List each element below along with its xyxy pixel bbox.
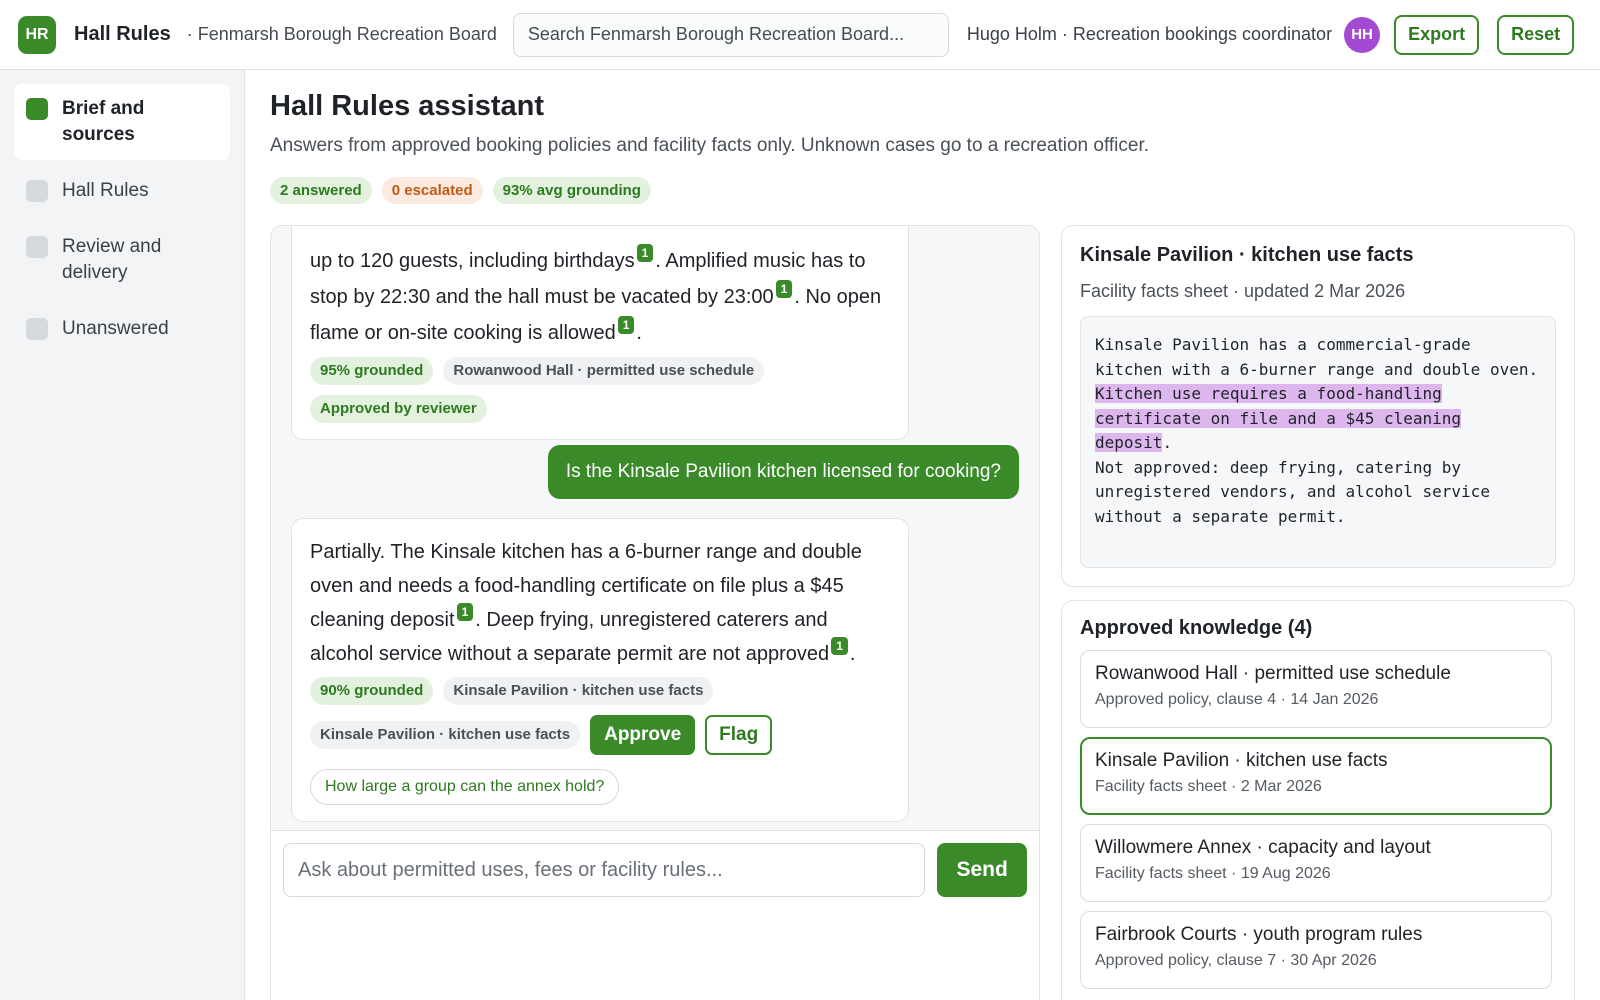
source-text-line: Not approved: deep frying, catering by u… (1095, 457, 1490, 526)
knowledge-item-meta: Facility facts sheet · 2 Mar 2026 (1095, 778, 1322, 795)
knowledge-item[interactable]: Willowmere Annex · capacity and layout F… (1080, 824, 1552, 902)
knowledge-item-meta: Approved policy, clause 7 · 30 Apr 2026 (1095, 952, 1377, 969)
message-segment: . (849, 643, 856, 665)
knowledge-item-meta: Facility facts sheet · 19 Aug 2026 (1095, 865, 1331, 882)
top-bar: HR Hall Rules · Fenmarsh Borough Recreat… (0, 0, 1600, 70)
sidebar-item-label: Unanswered (62, 318, 169, 339)
app-title: Hall Rules (74, 23, 171, 45)
knowledge-item-name: Rowanwood Hall · permitted use schedule (1095, 663, 1451, 684)
citation-marker[interactable]: 1 (831, 637, 848, 655)
knowledge-title: Approved knowledge (4) (1080, 617, 1313, 639)
chat-panel: up to 120 guests, including birthdays 1. … (270, 225, 1040, 1000)
knowledge-item-name: Kinsale Pavilion · kitchen use facts (1095, 750, 1388, 771)
message-text: up to 120 guests, including birthdays 1. … (310, 227, 890, 351)
source-chip[interactable]: Rowanwood Hall · permitted use schedule (443, 357, 765, 385)
citation-marker[interactable]: 1 (456, 603, 474, 621)
source-chip[interactable]: Kinsale Pavilion · kitchen use facts (443, 677, 714, 705)
message-status-row: Approved by reviewer (310, 395, 890, 423)
step-status-icon (26, 318, 48, 340)
sidebar-item-brief-and-sources[interactable]: Brief and sources (14, 84, 230, 160)
user-message: Is the Kinsale Pavilion kitchen licensed… (547, 445, 1019, 499)
sidebar-item-label: Hall Rules (62, 180, 149, 201)
user-label: Hugo Holm · Recreation bookings coordina… (966, 24, 1333, 44)
approve-button[interactable]: Approve (590, 715, 696, 755)
stats-badges: 2 answered 0 escalated 93% avg grounding (270, 177, 1570, 204)
chat-transcript[interactable]: up to 120 guests, including birthdays 1. … (271, 226, 1039, 830)
approved-knowledge-panel: Approved knowledge (4) Rowanwood Hall · … (1061, 600, 1575, 1000)
citation-marker[interactable]: 1 (636, 244, 654, 262)
export-button[interactable]: Export (1394, 14, 1480, 55)
flag-button[interactable]: Flag (705, 715, 773, 755)
sidebar-item-review-and-delivery[interactable]: Review and delivery (14, 222, 230, 298)
sidebar-item-label: Review and delivery (62, 236, 162, 283)
app-logo: HR (18, 15, 56, 54)
page-subtitle: Answers from approved booking policies a… (270, 135, 1150, 156)
source-meta: Facility facts sheet · updated 2 Mar 202… (1080, 281, 1406, 301)
sidebar-item-unanswered[interactable]: Unanswered (14, 304, 230, 354)
main-header: Hall Rules assistant Answers from approv… (270, 90, 1570, 204)
message-segment: . (636, 322, 642, 344)
message-segment: up to 120 guests, including birthdays (310, 250, 635, 272)
message-meta: 95% grounded Rowanwood Hall · permitted … (310, 357, 890, 385)
source-chip[interactable]: Kinsale Pavilion · kitchen use facts (310, 721, 581, 749)
sidebar-item-label: Brief and sources (62, 98, 145, 145)
citation-marker[interactable]: 1 (775, 280, 793, 298)
step-status-icon (26, 236, 48, 258)
knowledge-item-meta: Approved policy, clause 4 · 14 Jan 2026 (1095, 691, 1379, 708)
step-status-icon (26, 98, 48, 120)
knowledge-item[interactable]: Rowanwood Hall · permitted use schedule … (1080, 650, 1552, 728)
source-text-line: Kinsale Pavilion has a commercial-grade … (1095, 335, 1539, 379)
grounded-chip: 90% grounded (310, 677, 434, 705)
send-button[interactable]: Send (937, 843, 1027, 897)
message-actions: Kinsale Pavilion · kitchen use facts App… (310, 715, 890, 755)
sidebar-item-hall-rules[interactable]: Hall Rules (14, 166, 230, 216)
knowledge-item-selected[interactable]: Kinsale Pavilion · kitchen use facts Fac… (1080, 737, 1552, 815)
sidebar: Brief and sources Hall Rules Review and … (0, 70, 245, 1000)
avatar[interactable]: HH (1344, 16, 1381, 53)
step-status-icon (26, 180, 48, 202)
escalated-badge: 0 escalated (381, 177, 483, 204)
source-viewer: Kinsale Pavilion · kitchen use facts Fac… (1061, 225, 1575, 587)
source-text-line: Kitchen use requires a food-handling cer… (1095, 382, 1541, 456)
composer: Send (271, 830, 1039, 1000)
source-text-segment: . (1162, 433, 1173, 452)
assistant-message: Partially. The Kinsale kitchen has a 6-b… (291, 518, 909, 822)
answered-badge: 2 answered (270, 177, 372, 204)
knowledge-item-name: Fairbrook Courts · youth program rules (1095, 924, 1423, 945)
message-text: Partially. The Kinsale kitchen has a 6-b… (310, 535, 890, 671)
knowledge-item[interactable]: Fairbrook Courts · youth program rules A… (1080, 911, 1552, 989)
grounding-badge: 93% avg grounding (492, 177, 651, 204)
logo-initials: HR (25, 25, 49, 43)
message-input[interactable] (283, 843, 926, 897)
suggested-question[interactable]: How large a group can the annex hold? (310, 769, 620, 805)
highlighted-citation: Kitchen use requires a food-handling cer… (1095, 384, 1462, 452)
page-title: Hall Rules assistant (270, 90, 544, 122)
search-input[interactable] (512, 12, 949, 57)
assistant-message: up to 120 guests, including birthdays 1. … (291, 226, 909, 440)
grounded-chip: 95% grounded (310, 357, 434, 385)
approved-status-chip: Approved by reviewer (310, 395, 487, 423)
org-name: · Fenmarsh Borough Recreation Board (186, 24, 497, 44)
reset-button[interactable]: Reset (1497, 14, 1575, 55)
citation-marker[interactable]: 1 (617, 316, 635, 334)
knowledge-item-name: Willowmere Annex · capacity and layout (1095, 837, 1431, 858)
source-excerpt: Kinsale Pavilion has a commercial-grade … (1080, 316, 1556, 568)
message-meta: 90% grounded Kinsale Pavilion · kitchen … (310, 677, 890, 705)
source-title: Kinsale Pavilion · kitchen use facts (1080, 244, 1414, 266)
